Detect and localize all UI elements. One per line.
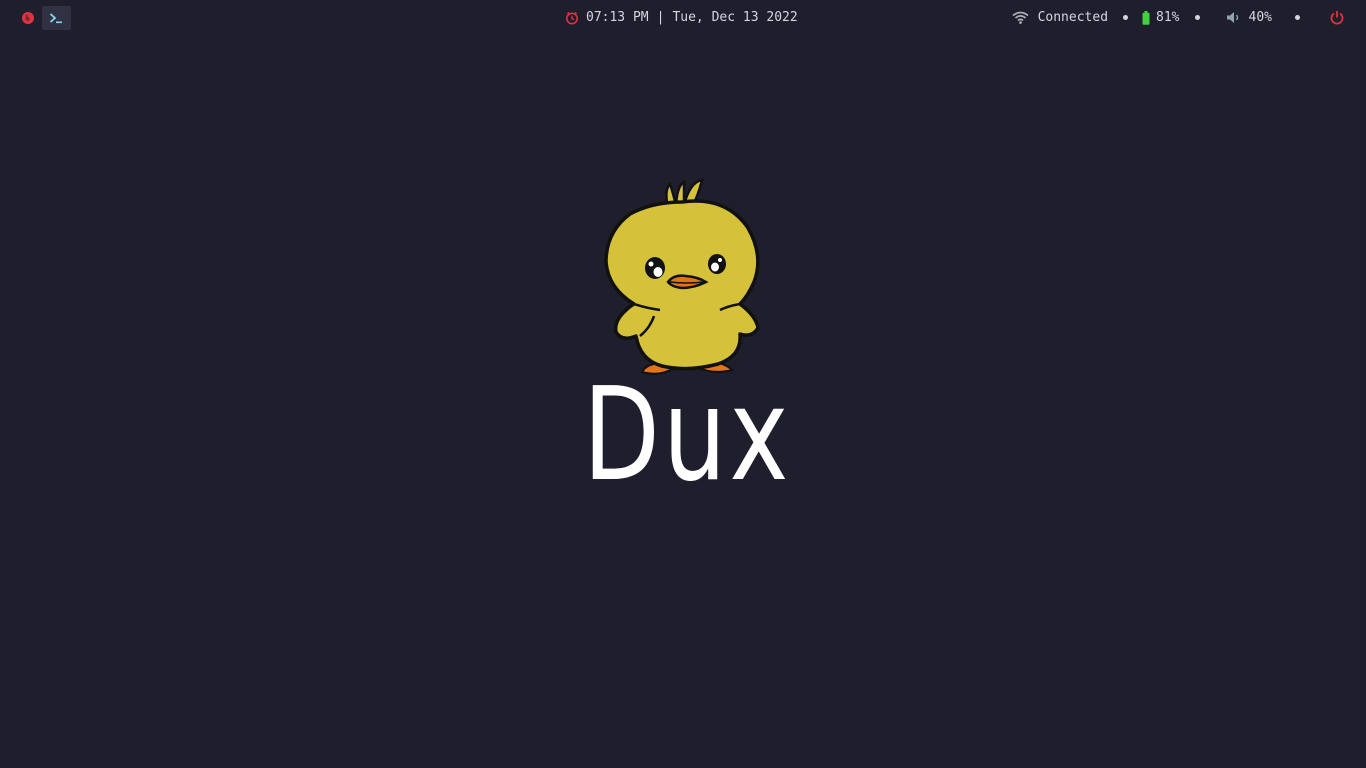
- splash-screen: Dux: [0, 0, 1366, 768]
- splash-title: Dux: [583, 361, 792, 510]
- duck-logo: [598, 176, 764, 380]
